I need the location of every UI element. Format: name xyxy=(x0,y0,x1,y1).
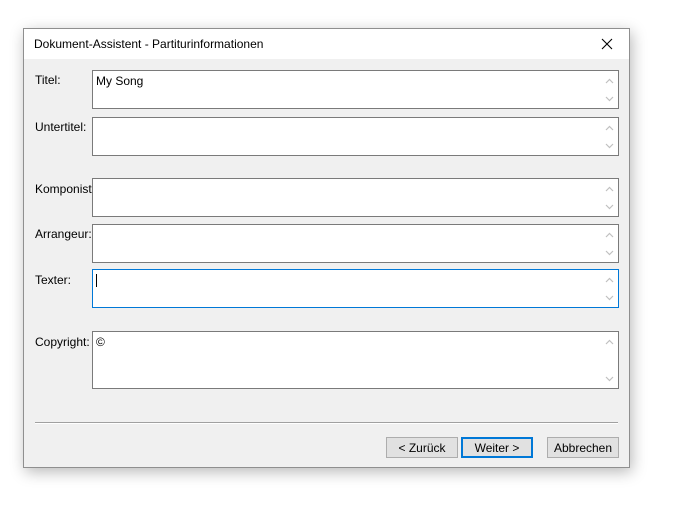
cancel-button[interactable]: Abbrechen xyxy=(547,437,619,458)
scroll-up-button[interactable] xyxy=(601,119,618,136)
title-field-scrollbar[interactable] xyxy=(601,71,618,108)
text-cursor xyxy=(96,274,97,287)
lyricist-field[interactable] xyxy=(92,269,619,308)
dialog-window: Dokument-Assistent - Partiturinformation… xyxy=(23,28,630,468)
arranger-field-scrollbar[interactable] xyxy=(601,225,618,262)
scroll-up-button[interactable] xyxy=(601,180,618,197)
composer-field-scrollbar[interactable] xyxy=(601,179,618,216)
title-bar: Dokument-Assistent - Partiturinformation… xyxy=(24,29,629,59)
copyright-field-scrollbar[interactable] xyxy=(601,332,618,388)
lyricist-label: Texter: xyxy=(35,273,72,287)
title-field[interactable]: My Song xyxy=(92,70,619,109)
scroll-up-button[interactable] xyxy=(601,226,618,243)
chevron-down-icon xyxy=(605,204,614,209)
scroll-down-button[interactable] xyxy=(601,137,618,154)
copyright-field[interactable]: © xyxy=(92,331,619,389)
chevron-up-icon xyxy=(605,232,614,237)
chevron-down-icon xyxy=(605,376,614,381)
window-title: Dokument-Assistent - Partiturinformation… xyxy=(34,37,264,51)
scroll-up-button[interactable] xyxy=(601,333,618,350)
title-label: Titel: xyxy=(35,73,61,87)
scroll-up-button[interactable] xyxy=(601,72,618,89)
chevron-down-icon xyxy=(605,143,614,148)
next-button[interactable]: Weiter > xyxy=(461,437,533,458)
scroll-down-button[interactable] xyxy=(601,244,618,261)
close-button[interactable] xyxy=(585,29,629,59)
copyright-field-value: © xyxy=(96,335,105,349)
chevron-up-icon xyxy=(605,125,614,130)
subtitle-field[interactable] xyxy=(92,117,619,156)
back-button[interactable]: < Zurück xyxy=(386,437,458,458)
chevron-down-icon xyxy=(605,96,614,101)
close-icon xyxy=(601,38,613,50)
chevron-down-icon xyxy=(605,295,614,300)
title-field-value: My Song xyxy=(96,74,144,88)
chevron-up-icon xyxy=(605,78,614,83)
scroll-down-button[interactable] xyxy=(601,289,618,306)
composer-label: Komponist: xyxy=(35,182,96,196)
subtitle-field-scrollbar[interactable] xyxy=(601,118,618,155)
copyright-label: Copyright: xyxy=(35,335,90,349)
subtitle-label: Untertitel: xyxy=(35,120,87,134)
chevron-up-icon xyxy=(605,186,614,191)
scroll-up-button[interactable] xyxy=(601,271,618,288)
composer-field[interactable] xyxy=(92,178,619,217)
arranger-label: Arrangeur: xyxy=(35,227,92,241)
chevron-down-icon xyxy=(605,250,614,255)
scroll-down-button[interactable] xyxy=(601,90,618,107)
scroll-down-button[interactable] xyxy=(601,370,618,387)
chevron-up-icon xyxy=(605,277,614,282)
separator xyxy=(35,422,618,424)
chevron-up-icon xyxy=(605,339,614,344)
lyricist-field-scrollbar[interactable] xyxy=(601,270,618,307)
arranger-field[interactable] xyxy=(92,224,619,263)
scroll-down-button[interactable] xyxy=(601,198,618,215)
